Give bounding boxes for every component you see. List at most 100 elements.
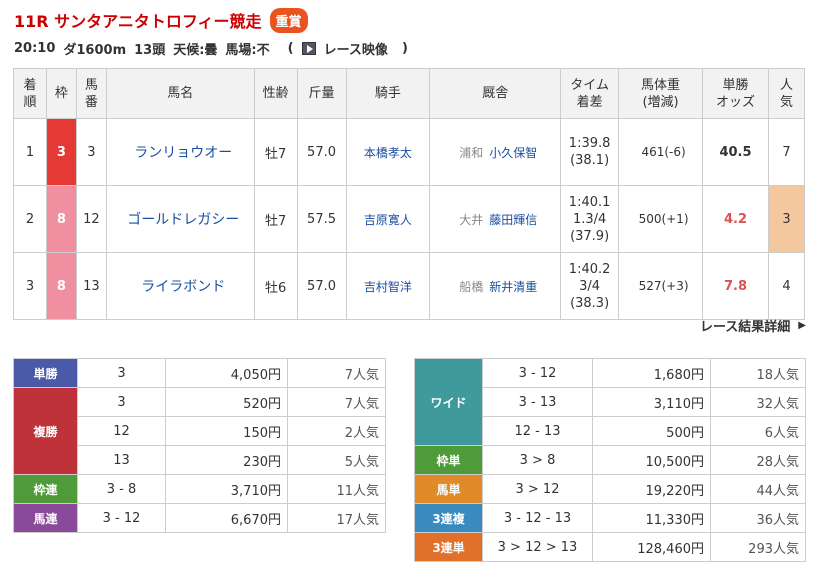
header-text: 性齢 [262,86,289,101]
time-cell: 1:40.2 3/4 (38.3) [560,252,620,320]
sex-age-cell: 牡7 [253,185,298,253]
detail-link-label[interactable]: レース結果詳細 [700,316,790,335]
payout-row: 馬連 3 - 12 6,670円 17人気 [13,503,386,533]
time-text: 1.3/4 [572,211,607,227]
payout-popularity: 6人気 [710,416,806,446]
waku-cell: 8 [45,185,77,253]
header-text: 厩舎 [482,86,509,101]
payout-table-left: 単勝 3 4,050円 7人気 複勝 3 520円 7人気 12 150円 2人気 13 230円 5人気… [13,358,386,533]
weight-cell: 527(+3) [618,252,704,320]
payout-row: 3連単 3 > 12 > 13 128,460円 293人気 [414,532,806,562]
stable-region: 浦和 [459,145,484,160]
popularity-cell: 3 [767,185,806,253]
popularity-cell: 7 [767,118,806,186]
payout-type-label: 馬単 [414,474,483,504]
payout-amount: 128,460円 [592,532,711,562]
payout-number: 3 - 12 [77,503,166,533]
results-header-cell: 馬体重 (増減) [618,68,704,119]
stable-cell: 大井 藤田輝信 [429,185,562,253]
horse-name-link[interactable]: ランリョウオー [105,118,255,186]
payout-amount: 3,110円 [592,387,711,417]
arrow-right-icon: ▶ [798,320,806,331]
results-header-cell: 斤量 [296,68,347,119]
payout-number: 3 [77,358,166,388]
race-title: 11R サンタアニタトロフィー競走 [14,12,262,31]
trainer-link[interactable]: 藤田輝信 [489,213,537,227]
horse-name-link[interactable]: ライラボンド [105,252,255,320]
payout-type-label: 3連単 [414,532,483,562]
payout-amount: 6,670円 [165,503,288,533]
payout-popularity: 7人気 [287,358,386,388]
weight-cell: 500(+1) [618,185,704,253]
jockey-link[interactable]: 吉村智洋 [345,252,431,320]
header-text: タイム [570,77,609,93]
payout-number: 3 > 8 [482,445,593,475]
payout-amount: 500円 [592,416,711,446]
race-video-link[interactable]: ( レース映像 ) [288,39,416,58]
header-text: 枠 [54,86,68,101]
sex-age-cell: 牡6 [253,252,298,320]
waku-cell: 8 [45,252,77,320]
header-text: 番 [84,94,98,110]
results-header-cell: 着順 [13,68,47,119]
odds-cell: 7.8 [702,252,769,320]
payout-amount: 230円 [165,445,288,475]
payout-type-label: 馬連 [13,503,78,533]
payout-row: 複勝 3 520円 7人気 [13,387,386,475]
jockey-link[interactable]: 吉原寛人 [345,185,431,253]
stable-cell: 船橋 新井清重 [429,252,562,320]
time-text: (38.1) [570,153,610,168]
header-text: 気 [779,94,793,110]
payout-amount: 4,050円 [165,358,288,388]
payout-amount: 1,680円 [592,358,711,388]
video-icon [301,41,316,55]
payout-row: 単勝 3 4,050円 7人気 [13,358,386,388]
header-text: (増減) [642,94,679,110]
payout-popularity: 28人気 [710,445,806,475]
results-header-cell: 馬番 [75,68,107,119]
race-video-label[interactable]: レース映像 [324,39,388,58]
header-text: 馬 [84,77,98,93]
trainer-link[interactable]: 小久保智 [489,146,537,160]
payout-popularity: 2人気 [287,416,386,446]
time-text: (37.9) [570,228,610,244]
results-header-cell: 人気 [767,68,806,119]
time-text: 1:39.8 [568,136,611,151]
payout-number: 3 - 13 [482,387,593,417]
race-weather: 天候:曇 [173,42,218,58]
result-row: 3 8 13 ライラボンド 牡6 57.0 吉村智洋 船橋 新井清重 1:40.2 3/4 (38.3… [13,252,806,320]
race-result-detail-link[interactable]: レース結果詳細 ▶ [700,316,806,335]
race-info: 20:10 ダ1600m 13頭 天候:曇 馬場:不 ( レース映像 ) [14,38,424,58]
umaban-cell: 12 [75,185,107,253]
kinryo-cell: 57.5 [296,185,347,253]
result-row: 2 8 12 ゴールドレガシー 牡7 57.5 吉原寛人 大井 藤田輝信 1:40.1 1.3/4(… [13,185,806,253]
payout-popularity: 17人気 [287,503,386,533]
race-course: ダ1600m [63,42,127,58]
payout-popularity: 18人気 [710,358,806,388]
header-text: 斤量 [308,86,335,101]
time-cell: 1:40.1 1.3/4 (37.9) [560,185,620,253]
trainer-link[interactable]: 新井清重 [489,280,537,294]
results-header-cell: タイム 着差 [560,68,620,119]
odds-cell: 40.5 [702,118,769,186]
payout-amount: 11,330円 [592,503,711,533]
odds-cell: 4.2 [702,185,769,253]
payout-type-label: ワイド [414,358,483,446]
payout-type-label: 枠連 [13,474,78,504]
umaban-cell: 13 [75,252,107,320]
results-header-cell: 馬名 [105,68,255,119]
payout-popularity: 5人気 [287,445,386,475]
horse-name-link[interactable]: ゴールドレガシー [105,185,255,253]
weight-cell: 461(-6) [618,118,704,186]
stable-cell: 浦和 小久保智 [429,118,562,186]
payout-amount: 19,220円 [592,474,711,504]
result-row: 1 3 3 ランリョウオー 牡7 57.0 本橋孝太 浦和 小久保智 1:39.8 (38.1) 46… [13,118,806,186]
jockey-link[interactable]: 本橋孝太 [345,118,431,186]
results-header-cell: 騎手 [345,68,431,119]
payout-number: 3 - 12 - 13 [482,503,593,533]
results-table: 着順枠馬番馬名 性齢 斤量 騎手 厩舎 タイム 着差 馬体重 (増減) 単勝 オッズ人気 1 3 3 ラン… [13,68,806,320]
payout-popularity: 11人気 [287,474,386,504]
payout-popularity: 36人気 [710,503,806,533]
payout-popularity: 293人気 [710,532,806,562]
payout-row: 3連複 3 - 12 - 13 11,330円 36人気 [414,503,806,533]
